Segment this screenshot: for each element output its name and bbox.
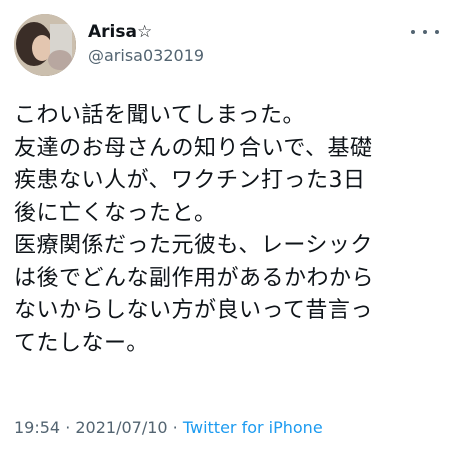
tweet-card: Arisa☆ @arisa032019 こわい話を聞いてしまった。 友達のお母さ… bbox=[0, 0, 453, 457]
avatar[interactable] bbox=[14, 14, 76, 76]
tweet-text-line: てたしなー。 bbox=[14, 330, 149, 356]
tweet-text: こわい話を聞いてしまった。 友達のお母さんの知り合いで、基礎 疾患ない人が、ワク… bbox=[14, 100, 444, 360]
tweet-time[interactable]: 19:54 bbox=[14, 418, 60, 437]
meta-separator: · bbox=[60, 418, 76, 437]
author-handle[interactable]: @arisa032019 bbox=[88, 46, 204, 66]
tweet-metadata: 19:54 · 2021/07/10 · Twitter for iPhone bbox=[14, 418, 323, 438]
tweet-text-line: ないからしない方が良いって昔言っ bbox=[14, 298, 373, 323]
author-name[interactable]: Arisa☆ bbox=[88, 22, 152, 42]
tweet-text-line: 医療関係だった元彼も、レーシック bbox=[14, 233, 373, 258]
tweet-date[interactable]: 2021/07/10 bbox=[75, 418, 167, 437]
tweet-text-line: 疾患ない人が、ワクチン打った3日 bbox=[14, 168, 366, 193]
tweet-text-line: こわい話を聞いてしまった。 bbox=[14, 103, 305, 128]
avatar-photo bbox=[14, 14, 76, 76]
tweet-text-line: 後に亡くなったと。 bbox=[14, 200, 217, 226]
tweet-source-link[interactable]: Twitter for iPhone bbox=[183, 418, 323, 437]
meta-separator: · bbox=[167, 418, 183, 437]
tweet-text-line: は後でどんな副作用があるかわから bbox=[14, 265, 375, 291]
more-options-icon[interactable] bbox=[411, 22, 439, 42]
tweet-text-line: 友達のお母さんの知り合いで、基礎 bbox=[14, 135, 373, 161]
